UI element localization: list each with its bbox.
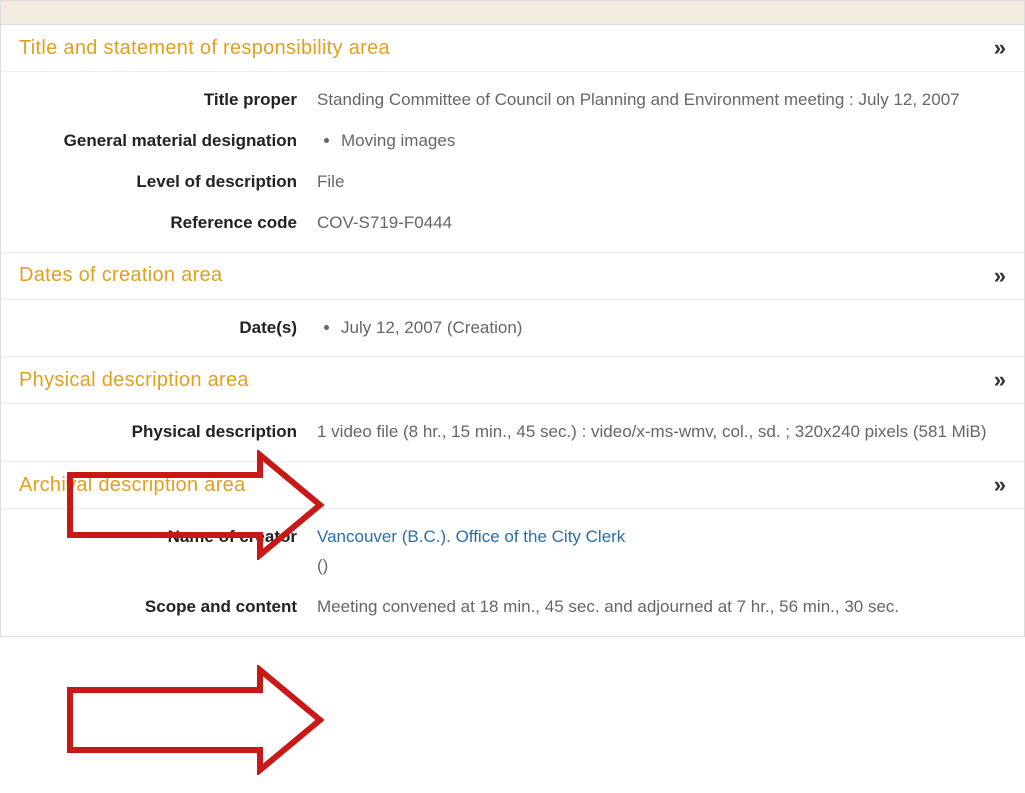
list-item: Moving images	[341, 127, 1006, 156]
field-row-gmd: General material designation Moving imag…	[1, 121, 1024, 162]
top-strip	[0, 0, 1025, 24]
field-value: Moving images	[309, 127, 1024, 156]
field-value: Standing Committee of Council on Plannin…	[309, 86, 1024, 115]
description-panel: Title and statement of responsibility ar…	[0, 24, 1025, 637]
section-title: Dates of creation area	[19, 264, 222, 287]
field-label: General material designation	[1, 127, 309, 156]
chevron-right-icon: »	[994, 472, 1006, 498]
section-title: Title and statement of responsibility ar…	[19, 37, 390, 60]
section-header-title-area[interactable]: Title and statement of responsibility ar…	[1, 25, 1024, 72]
chevron-right-icon: »	[994, 367, 1006, 393]
list-item: July 12, 2007 (Creation)	[341, 314, 1006, 343]
section-title: Archival description area	[19, 474, 246, 497]
chevron-right-icon: »	[994, 263, 1006, 289]
field-row-creator: Name of creator Vancouver (B.C.). Office…	[1, 509, 1024, 587]
section-header-dates-area[interactable]: Dates of creation area »	[1, 253, 1024, 300]
section-body-physical-area: Physical description 1 video file (8 hr.…	[1, 404, 1024, 462]
section-body-archival-area: Name of creator Vancouver (B.C.). Office…	[1, 509, 1024, 636]
field-value: COV-S719-F0444	[309, 209, 1024, 238]
field-row-title-proper: Title proper Standing Committee of Counc…	[1, 72, 1024, 121]
field-row-physdesc: Physical description 1 video file (8 hr.…	[1, 404, 1024, 461]
section-header-archival-area[interactable]: Archival description area »	[1, 462, 1024, 509]
arrow-annotation-scope	[60, 665, 330, 775]
field-label: Scope and content	[1, 593, 309, 622]
field-label: Date(s)	[1, 314, 309, 343]
field-value: 1 video file (8 hr., 15 min., 45 sec.) :…	[309, 418, 1024, 447]
field-label: Name of creator	[1, 523, 309, 581]
field-row-level: Level of description File	[1, 162, 1024, 203]
field-row-refcode: Reference code COV-S719-F0444	[1, 203, 1024, 252]
chevron-right-icon: »	[994, 35, 1006, 61]
field-value: Meeting convened at 18 min., 45 sec. and…	[309, 593, 1024, 622]
field-label: Title proper	[1, 86, 309, 115]
section-body-dates-area: Date(s) July 12, 2007 (Creation)	[1, 300, 1024, 358]
section-body-title-area: Title proper Standing Committee of Counc…	[1, 72, 1024, 253]
field-value: July 12, 2007 (Creation)	[309, 314, 1024, 343]
field-row-dates: Date(s) July 12, 2007 (Creation)	[1, 300, 1024, 357]
field-label: Level of description	[1, 168, 309, 197]
creator-link[interactable]: Vancouver (B.C.). Office of the City Cle…	[317, 527, 625, 546]
section-header-physical-area[interactable]: Physical description area »	[1, 357, 1024, 404]
creator-suffix: ()	[317, 556, 328, 575]
field-label: Reference code	[1, 209, 309, 238]
field-value: Vancouver (B.C.). Office of the City Cle…	[309, 523, 1024, 581]
field-label: Physical description	[1, 418, 309, 447]
field-value: File	[309, 168, 1024, 197]
section-title: Physical description area	[19, 369, 249, 392]
field-row-scope: Scope and content Meeting convened at 18…	[1, 587, 1024, 636]
